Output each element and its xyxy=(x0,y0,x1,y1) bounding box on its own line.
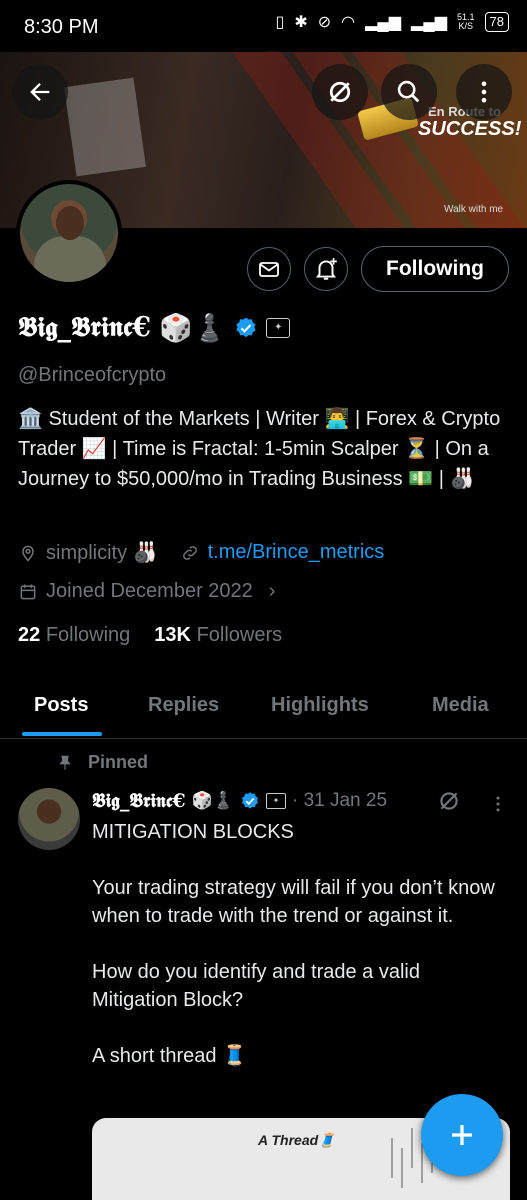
affiliate-badge-icon: ✦ xyxy=(265,793,286,809)
joined-text: Joined December 2022 xyxy=(46,580,253,602)
display-name: 𝕭𝖎𝖌_𝕭𝖗𝖎𝖓𝖈€ xyxy=(18,312,152,343)
banner-title: SUCCESS! xyxy=(418,118,522,140)
meta-row: simplicity 🎳 t.me/Brince_metrics xyxy=(18,540,384,565)
arrow-left-icon xyxy=(30,83,50,101)
mail-icon xyxy=(259,262,279,277)
post-author-avatar[interactable] xyxy=(18,788,80,850)
following-label: Following xyxy=(45,624,131,646)
verified-badge-icon xyxy=(241,792,258,809)
location-icon xyxy=(22,545,34,562)
following-button[interactable]: Following xyxy=(361,246,509,292)
link-icon xyxy=(182,545,197,560)
search-icon xyxy=(397,80,420,103)
tab-replies[interactable]: Replies xyxy=(148,694,219,717)
followers-count: 13K xyxy=(154,624,191,646)
wifi-icon: ◠ xyxy=(341,14,356,31)
plus-icon xyxy=(452,1125,472,1145)
website-link[interactable]: t.me/Brince_metrics xyxy=(208,541,385,564)
tab-posts[interactable]: Posts xyxy=(34,694,88,717)
compose-button[interactable] xyxy=(421,1094,503,1176)
post-author-emojis: 🎲♟️ xyxy=(191,791,234,810)
display-name-row: 𝕭𝖎𝖌_𝕭𝖗𝖎𝖓𝖈€ 🎲♟️ ✦ xyxy=(18,312,291,344)
calendar-icon xyxy=(20,584,36,599)
back-button[interactable] xyxy=(12,64,68,120)
followers-label: Followers xyxy=(196,624,283,646)
name-emojis: 🎲♟️ xyxy=(159,313,227,344)
signal-icon: ▂▄▆ xyxy=(411,14,447,31)
pinned-label-row: Pinned xyxy=(56,752,148,773)
follow-counts: 22 Following 13K Followers xyxy=(18,624,282,647)
post-date[interactable]: · 31 Jan 25 xyxy=(292,790,387,812)
status-time: 8:30 PM xyxy=(24,16,99,38)
search-button[interactable] xyxy=(381,64,437,120)
vibrate-icon: ▯ xyxy=(275,14,285,31)
verified-badge-icon[interactable] xyxy=(234,316,258,340)
location-text: simplicity 🎳 xyxy=(46,542,158,564)
grok-icon xyxy=(329,81,351,103)
active-tab-indicator xyxy=(22,732,102,736)
dnd-icon: ⊘ xyxy=(317,14,332,31)
following-count-link[interactable]: 22 Following xyxy=(18,624,130,647)
battery-indicator: 78 xyxy=(484,12,509,32)
affiliate-badge-icon[interactable]: ✦ xyxy=(266,318,291,338)
bell-plus-icon xyxy=(315,258,337,280)
notifications-button[interactable] xyxy=(304,247,348,291)
message-button[interactable] xyxy=(247,247,291,291)
post-header: 𝕭𝖎𝖌_𝕭𝖗𝖎𝖓𝖈€ 🎲♟️ ✦ · 31 Jan 25 xyxy=(92,790,387,812)
grok-icon xyxy=(440,792,458,810)
joined-row[interactable]: Joined December 2022 › xyxy=(18,580,275,603)
followers-count-link[interactable]: 13K Followers xyxy=(154,624,282,647)
tab-media[interactable]: Media xyxy=(432,694,489,717)
bio: 🏛️ Student of the Markets | Writer 👨‍💻 |… xyxy=(18,408,501,490)
more-vertical-icon xyxy=(481,81,487,103)
profile-avatar[interactable] xyxy=(16,180,122,286)
more-vertical-icon xyxy=(496,796,500,812)
signal-icon: ▂▄▆ xyxy=(365,14,402,31)
card-title: A Thread🧵 xyxy=(258,1132,336,1148)
status-icons: ▯ ✱ ⊘ ◠ ▂▄▆ ▂▄▆ 51.1 K/S 78 xyxy=(275,12,509,32)
bluetooth-icon: ✱ xyxy=(294,14,308,31)
pinned-label: Pinned xyxy=(88,752,149,772)
pin-icon xyxy=(59,755,71,770)
following-count: 22 xyxy=(18,624,41,646)
grok-button[interactable] xyxy=(312,64,368,120)
post-author-name[interactable]: 𝕭𝖎𝖌_𝕭𝖗𝖎𝖓𝖈€ xyxy=(92,790,186,812)
more-button[interactable] xyxy=(456,64,512,120)
chevron-right-icon: › xyxy=(268,580,276,602)
post-text: MITIGATION BLOCKS Your trading strategy … xyxy=(92,821,495,1067)
post-more-button[interactable] xyxy=(488,792,508,821)
tab-highlights[interactable]: Highlights xyxy=(271,694,369,717)
network-speed: 51.1 K/S xyxy=(457,12,475,31)
post-grok-button[interactable] xyxy=(436,788,462,819)
handle: @Brinceofcrypto xyxy=(18,364,167,386)
banner-tagline: Walk with me xyxy=(444,204,504,215)
